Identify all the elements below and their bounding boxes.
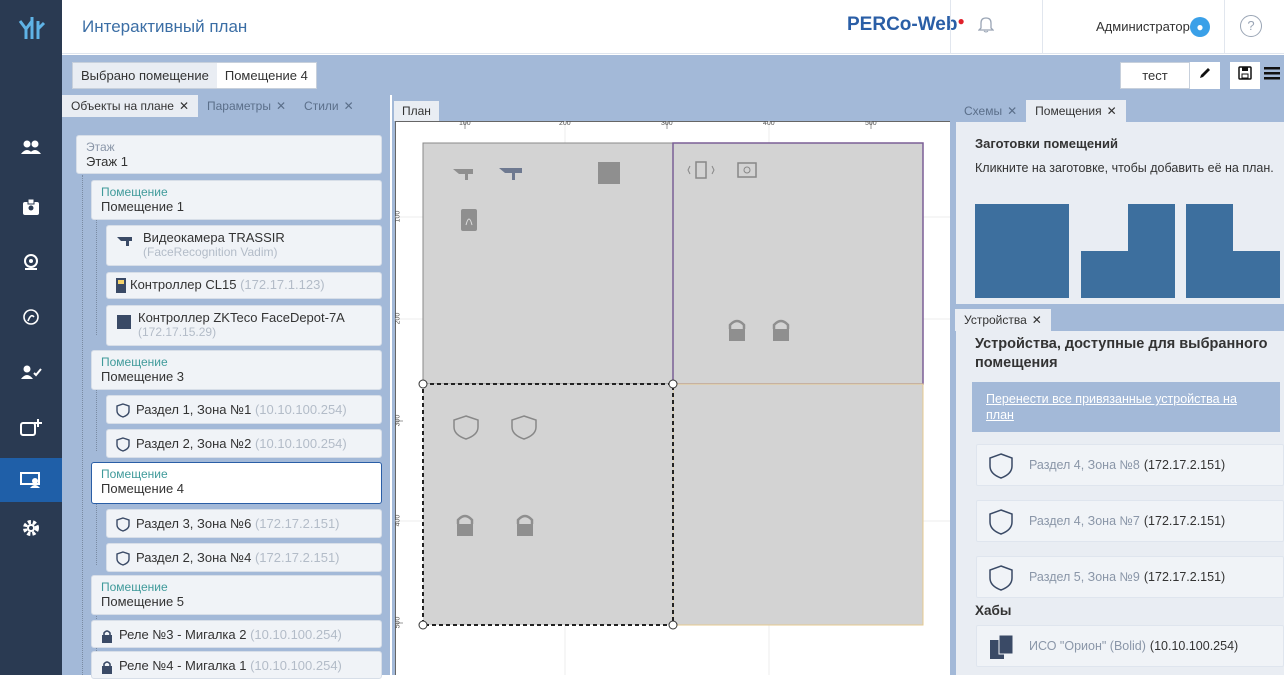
template-l-shape[interactable] <box>1081 204 1175 298</box>
tab-styles[interactable]: Стили ✕ <box>295 95 363 117</box>
camera-icon <box>117 237 132 246</box>
right-tabs: Схемы ✕ Помещения ✕ <box>955 100 1126 122</box>
bell-icon[interactable] <box>977 15 995 38</box>
tab-devices[interactable]: Устройства ✕ <box>955 309 1051 331</box>
badge-add-nav-icon[interactable] <box>0 407 62 447</box>
move-all-banner: Перенести все привязанные устройства на … <box>972 382 1280 432</box>
save-icon[interactable] <box>1230 62 1260 89</box>
tree-device[interactable]: Контроллер ZKTeco FaceDepot-7A (172.17.15… <box>106 305 382 346</box>
badge-nav-icon[interactable] <box>0 187 62 227</box>
tab-parameters[interactable]: Параметры ✕ <box>198 95 295 117</box>
shield-icon <box>116 551 130 566</box>
shield-icon <box>989 565 1013 591</box>
plan-toolbar: Выбрано помещение Помещение 4 тест <box>62 55 1284 95</box>
ruler-x-label: 300 <box>661 121 673 127</box>
ruler-y-label: 100 <box>395 210 402 223</box>
page-title: Интерактивный план <box>82 17 248 36</box>
ruler-y-label: 200 <box>395 312 402 325</box>
tab-objects[interactable]: Объекты на плане ✕ <box>62 95 198 117</box>
shield-icon <box>989 509 1013 535</box>
ruler-y-label: 300 <box>395 414 402 427</box>
ruler-x-label: 500 <box>865 121 877 127</box>
menu-icon[interactable] <box>1260 62 1284 89</box>
fingerprint-nav-icon[interactable] <box>0 297 62 337</box>
tree-device[interactable]: Раздел 2, Зона №4 (172.17.2.151) <box>106 543 382 572</box>
tree-device[interactable]: Раздел 3, Зона №6 (172.17.2.151) <box>106 509 382 538</box>
plan-nav-icon[interactable] <box>0 458 62 502</box>
plan-panel: План 100 200 300 400 500 100 200 300 400… <box>392 95 952 675</box>
template-square[interactable] <box>975 204 1069 298</box>
selected-room-label: Выбрано помещение <box>81 68 209 83</box>
close-icon[interactable]: ✕ <box>1032 313 1042 327</box>
help-icon[interactable]: ? <box>1240 15 1262 37</box>
device-item[interactable]: Раздел 4, Зона №7 (172.17.2.151) <box>976 500 1284 542</box>
shield-icon <box>989 453 1013 479</box>
selected-room-field: Выбрано помещение Помещение 4 <box>72 62 317 89</box>
tab-schemes[interactable]: Схемы ✕ <box>955 100 1026 122</box>
hubs-title: Хабы <box>975 603 1012 618</box>
tree-room[interactable]: Помещение Помещение 1 <box>91 180 382 220</box>
close-icon[interactable]: ✕ <box>1107 104 1117 118</box>
lock-icon <box>102 660 112 674</box>
edit-pencil-icon[interactable] <box>1190 62 1220 89</box>
device-item[interactable]: Раздел 4, Зона №8 (172.17.2.151) <box>976 444 1284 486</box>
close-icon[interactable]: ✕ <box>1007 104 1017 118</box>
top-bar: Интерактивный план PERCo-Web● Администра… <box>62 0 1284 54</box>
right-panel: Схемы ✕ Помещения ✕ Заготовки помещений Кл… <box>952 95 1284 675</box>
close-icon[interactable]: ✕ <box>276 99 286 113</box>
tree-floor[interactable]: Этаж Этаж 1 <box>76 135 382 174</box>
template-l-shape-2[interactable] <box>1186 204 1280 298</box>
hub-item[interactable]: ИСО "Орион" (Bolid) (10.10.100.254) <box>976 625 1284 667</box>
devices-title: Устройства, доступные для выбранного пом… <box>975 336 1268 371</box>
tree-room[interactable]: Помещение Помещение 5 <box>91 575 382 615</box>
ruler-x-label: 200 <box>559 121 571 127</box>
plan-canvas[interactable]: 100 200 300 400 500 100 200 300 400 500 <box>395 121 950 675</box>
app-logo[interactable] <box>0 0 62 55</box>
location-nav-icon[interactable] <box>0 242 62 282</box>
terminal-icon <box>117 315 131 329</box>
templates-title: Заготовки помещений <box>975 136 1118 151</box>
devices-tabs: Устройства ✕ <box>955 309 1051 331</box>
tree-room-selected[interactable]: Помещение Помещение 4 <box>91 462 382 504</box>
left-tabs: Объекты на плане ✕ Параметры ✕ Стили ✕ <box>62 95 363 117</box>
shield-icon <box>116 517 130 532</box>
tree-device[interactable]: Контроллер CL15 (172.17.1.123) <box>106 272 382 299</box>
users-nav-icon[interactable] <box>0 127 62 167</box>
ruler-x-label: 400 <box>763 121 775 127</box>
selected-room-value: Помещение 4 <box>216 63 316 88</box>
shield-icon <box>116 437 130 452</box>
room-templates-section: Заготовки помещений Кликните на заготовк… <box>956 122 1284 304</box>
tree-device[interactable]: Реле №3 - Мигалка 2 (10.10.100.254) <box>91 620 382 648</box>
tab-plan[interactable]: План <box>394 101 439 121</box>
floor-name: Этаж 1 <box>86 154 128 169</box>
move-all-devices-link[interactable]: Перенести все привязанные устройства на … <box>986 392 1237 422</box>
tab-rooms[interactable]: Помещения ✕ <box>1026 100 1126 122</box>
tree-room[interactable]: Помещение Помещение 3 <box>91 350 382 390</box>
close-icon[interactable]: ✕ <box>344 99 354 113</box>
lock-icon <box>102 629 112 643</box>
ruler-x-label: 100 <box>459 121 471 127</box>
ruler-y-label: 500 <box>395 616 402 629</box>
tree-device[interactable]: Видеокамера TRASSIR (FaceRecognition Vadi… <box>106 225 382 266</box>
templates-hint: Кликните на заготовке, чтобы добавить её… <box>975 161 1274 175</box>
controller-icon <box>116 278 126 294</box>
device-item[interactable]: Раздел 5, Зона №9 (172.17.2.151) <box>976 556 1284 598</box>
shield-icon <box>116 403 130 418</box>
avatar-icon[interactable]: ● <box>1190 17 1210 37</box>
sidebar <box>0 0 62 675</box>
ruler-y-label: 400 <box>395 514 402 527</box>
user-check-nav-icon[interactable] <box>0 352 62 392</box>
brand-logo: PERCo-Web● <box>847 14 965 35</box>
objects-panel: Объекты на плане ✕ Параметры ✕ Стили ✕ Этаж… <box>62 95 390 679</box>
room-name-input[interactable]: тест <box>1120 62 1190 89</box>
tree-device[interactable]: Раздел 2, Зона №2 (10.10.100.254) <box>106 429 382 458</box>
devices-section: Устройства, доступные для выбранного пом… <box>956 331 1284 675</box>
user-name[interactable]: Администратор <box>1096 19 1190 34</box>
gear-nav-icon[interactable] <box>0 508 62 548</box>
close-icon[interactable]: ✕ <box>179 99 189 113</box>
tree-device[interactable]: Раздел 1, Зона №1 (10.10.100.254) <box>106 395 382 424</box>
hub-icon <box>990 634 1014 659</box>
